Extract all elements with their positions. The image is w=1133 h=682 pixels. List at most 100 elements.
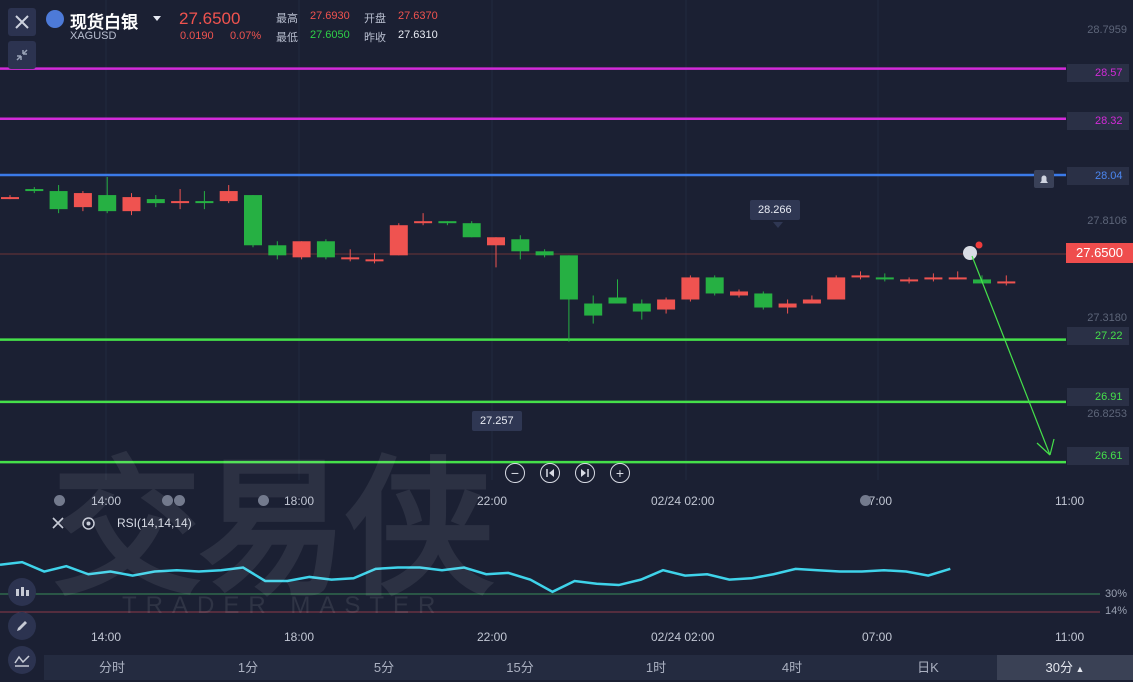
event-marker[interactable] [54,495,65,506]
candle [25,189,44,192]
event-marker[interactable] [162,495,173,506]
indicator-settings-icon[interactable] [81,516,96,536]
prev-close-label: 昨收 [364,32,386,44]
alert-bell-icon[interactable] [1034,170,1054,188]
low-value: 27.6050 [310,29,350,41]
event-marker[interactable] [258,495,269,506]
timeframe-selected[interactable]: 30分 ▲ [997,655,1133,680]
candle [487,237,505,246]
close-icon [15,15,29,29]
collapse-button[interactable] [8,41,36,69]
time-label: 07:00 [862,630,893,644]
candles [1,177,1016,342]
candle [73,193,92,208]
level-tag[interactable]: 28.04 [1067,167,1129,185]
rsi-level-label: 30% [1104,588,1127,600]
candle [316,241,335,258]
level-tag[interactable]: 28.57 [1067,64,1129,82]
candle [511,239,530,252]
projection-arrow [971,255,1055,456]
level-tag[interactable]: 28.32 [1067,112,1129,130]
axis-label: 26.8253 [1087,408,1127,420]
time-label: 22:00 [477,494,508,508]
candle [462,223,481,238]
candle-style-icon[interactable] [8,578,36,606]
candle [900,279,919,282]
level-tag[interactable]: 26.61 [1067,447,1129,465]
axis-label: 27.3180 [1087,312,1127,324]
last-price: 27.6500 [179,9,241,28]
level-tag[interactable]: 27.22 [1067,327,1129,345]
candle [875,277,894,280]
price-change-pct: 0.07% [230,30,262,42]
candle [584,303,603,316]
candle [754,293,773,308]
arrow-line [971,255,1051,456]
high-value: 27.6930 [310,10,350,22]
time-label: 11:00 [1055,630,1085,644]
candle [438,221,457,224]
timeframe-tab[interactable]: 日K [898,655,958,680]
time-label: 14:00 [91,494,122,508]
candle [195,201,214,204]
open-label: 开盘 [364,13,386,25]
candle [608,297,627,304]
axis-label: 27.8106 [1087,215,1127,227]
timeframe-tab[interactable]: 分时 [82,655,142,680]
zoom-out-button[interactable]: − [505,463,525,483]
current-marker-dot [975,241,983,249]
candle [244,195,262,246]
candle [705,277,724,294]
time-label: 18:00 [284,630,315,644]
timeframe-tab[interactable]: 1分 [218,655,278,680]
indicator-title: RSI(14,14,14) [117,516,192,530]
time-label: 18:00 [284,494,315,508]
prev-close-value: 27.6310 [398,29,438,41]
time-label: 02/24 02:00 [651,494,715,508]
watermark-sub: TRADER MASTER [122,592,445,619]
timeframe-tab[interactable]: 5分 [354,655,414,680]
timeframe-selected-label: 30分 ▲ [1045,660,1085,675]
time-label: 11:00 [1055,494,1085,508]
candle [171,201,190,204]
current-marker [963,246,977,260]
silver-logo-icon [46,10,64,28]
timeframe-tab[interactable]: 15分 [490,655,550,680]
candle [827,277,846,300]
candle [657,299,676,310]
time-label: 14:00 [91,630,122,644]
close-button[interactable] [8,8,36,36]
level-tag[interactable]: 26.91 [1067,388,1129,406]
indicator-icon[interactable] [8,646,36,674]
draw-pen-icon[interactable] [8,612,36,640]
axis-label: 28.7959 [1087,24,1127,36]
candle [341,257,360,260]
candle [559,255,578,300]
collapse-icon [16,49,28,61]
candle [98,195,117,212]
candle [219,191,238,202]
candle [49,191,68,210]
arrow-head [1036,438,1055,456]
candle [802,299,821,304]
close-indicator-icon[interactable] [51,516,65,535]
candle [778,303,797,308]
candle [122,197,141,212]
chevron-down-icon[interactable] [153,16,161,21]
zoom-in-button[interactable]: + [610,463,630,483]
candle [681,277,700,300]
event-marker[interactable] [174,495,185,506]
open-value: 27.6370 [398,10,438,22]
event-marker[interactable] [860,495,871,506]
time-label: 02/24 02:00 [651,630,715,644]
scroll-end-button[interactable] [575,463,595,483]
candle [632,303,651,312]
candle [146,199,165,204]
candle [535,251,554,256]
timeframe-tab[interactable]: 1时 [626,655,686,680]
candle [292,241,311,258]
low-label: 最低 [276,32,298,44]
timeframe-tab[interactable]: 4时 [762,655,822,680]
level-lines [0,67,1066,464]
scroll-start-button[interactable] [540,463,560,483]
